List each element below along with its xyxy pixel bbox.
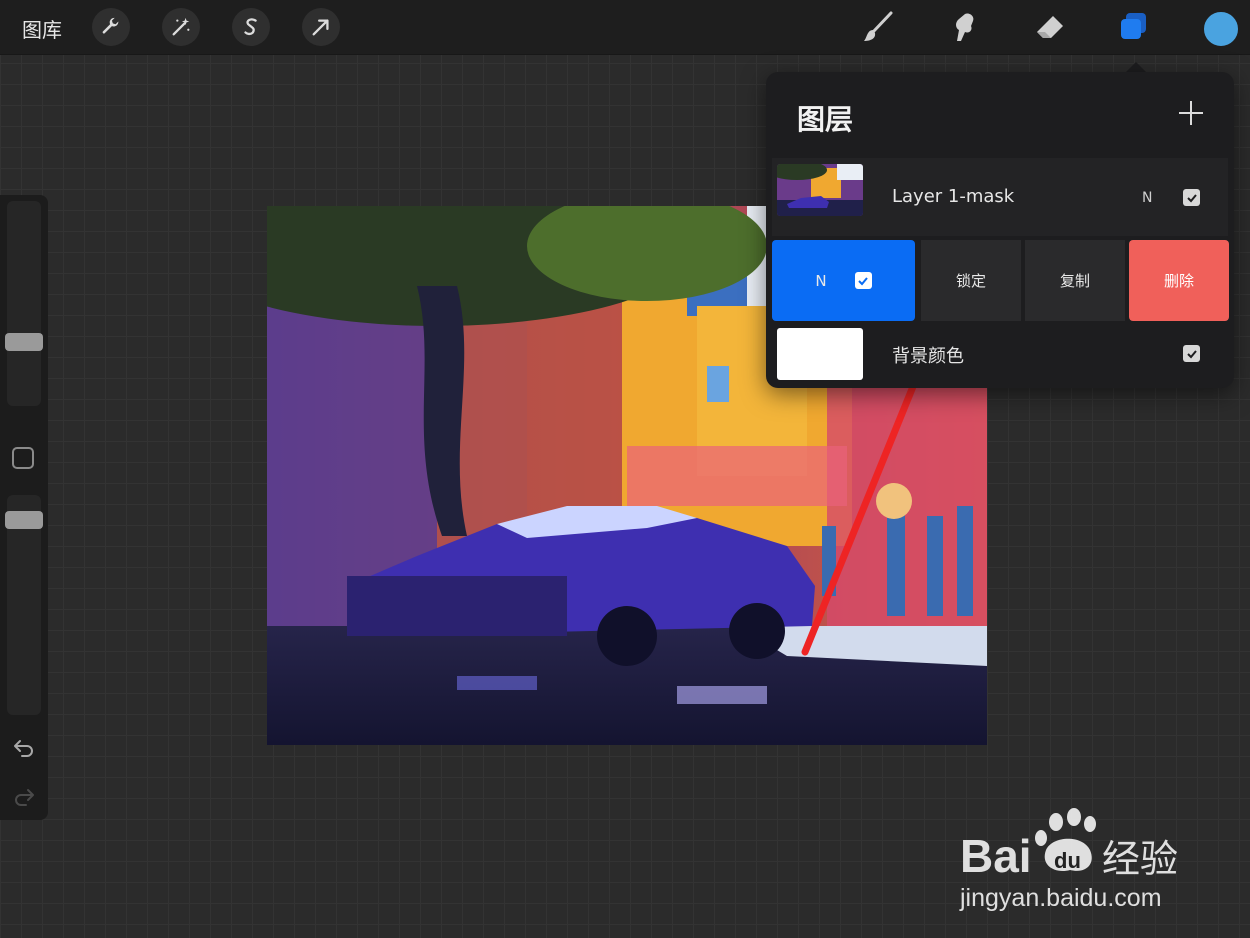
- baidu-jingyan-watermark: Bai du 经验 jingyan.baidu.com: [958, 808, 1193, 913]
- layers-panel-title: 图层: [797, 103, 854, 136]
- layer-visibility-checkbox[interactable]: [1183, 189, 1200, 206]
- layer-blend-mode-button[interactable]: N: [772, 240, 915, 321]
- layer-row-layer1-mask[interactable]: Layer 1-mask N: [772, 158, 1228, 236]
- layer-visibility-checkbox-active[interactable]: [854, 272, 872, 289]
- blend-mode-label: N: [815, 271, 827, 290]
- background-visibility-checkbox[interactable]: [1183, 345, 1200, 362]
- layer-name: 背景颜色: [892, 346, 964, 367]
- layer-row-background-color[interactable]: 背景颜色: [772, 324, 1228, 384]
- watermark-url: jingyan.baidu.com: [959, 884, 1162, 912]
- lock-layer-button[interactable]: 锁定: [921, 240, 1021, 321]
- layer-blend-mode[interactable]: N: [1142, 190, 1152, 206]
- watermark-product: 经验: [1102, 837, 1178, 881]
- duplicate-layer-button[interactable]: 复制: [1025, 240, 1125, 321]
- add-layer-button[interactable]: [1176, 98, 1206, 128]
- checkmark-icon: [858, 276, 868, 285]
- layers-panel: 图层 Layer 1-mask N N 锁定 复制 删除 背景颜色: [766, 72, 1234, 388]
- layer-thumbnail: [777, 164, 863, 216]
- plus-icon: [1179, 101, 1203, 125]
- background-color-swatch[interactable]: [777, 328, 863, 380]
- watermark-brand: Bai: [960, 830, 1032, 882]
- delete-layer-button[interactable]: 删除: [1129, 240, 1229, 321]
- layer-name: Layer 1-mask: [892, 186, 1015, 207]
- checkmark-icon: [1186, 349, 1197, 358]
- watermark-brand-suffix: du: [1054, 848, 1081, 873]
- checkmark-icon: [1186, 193, 1197, 202]
